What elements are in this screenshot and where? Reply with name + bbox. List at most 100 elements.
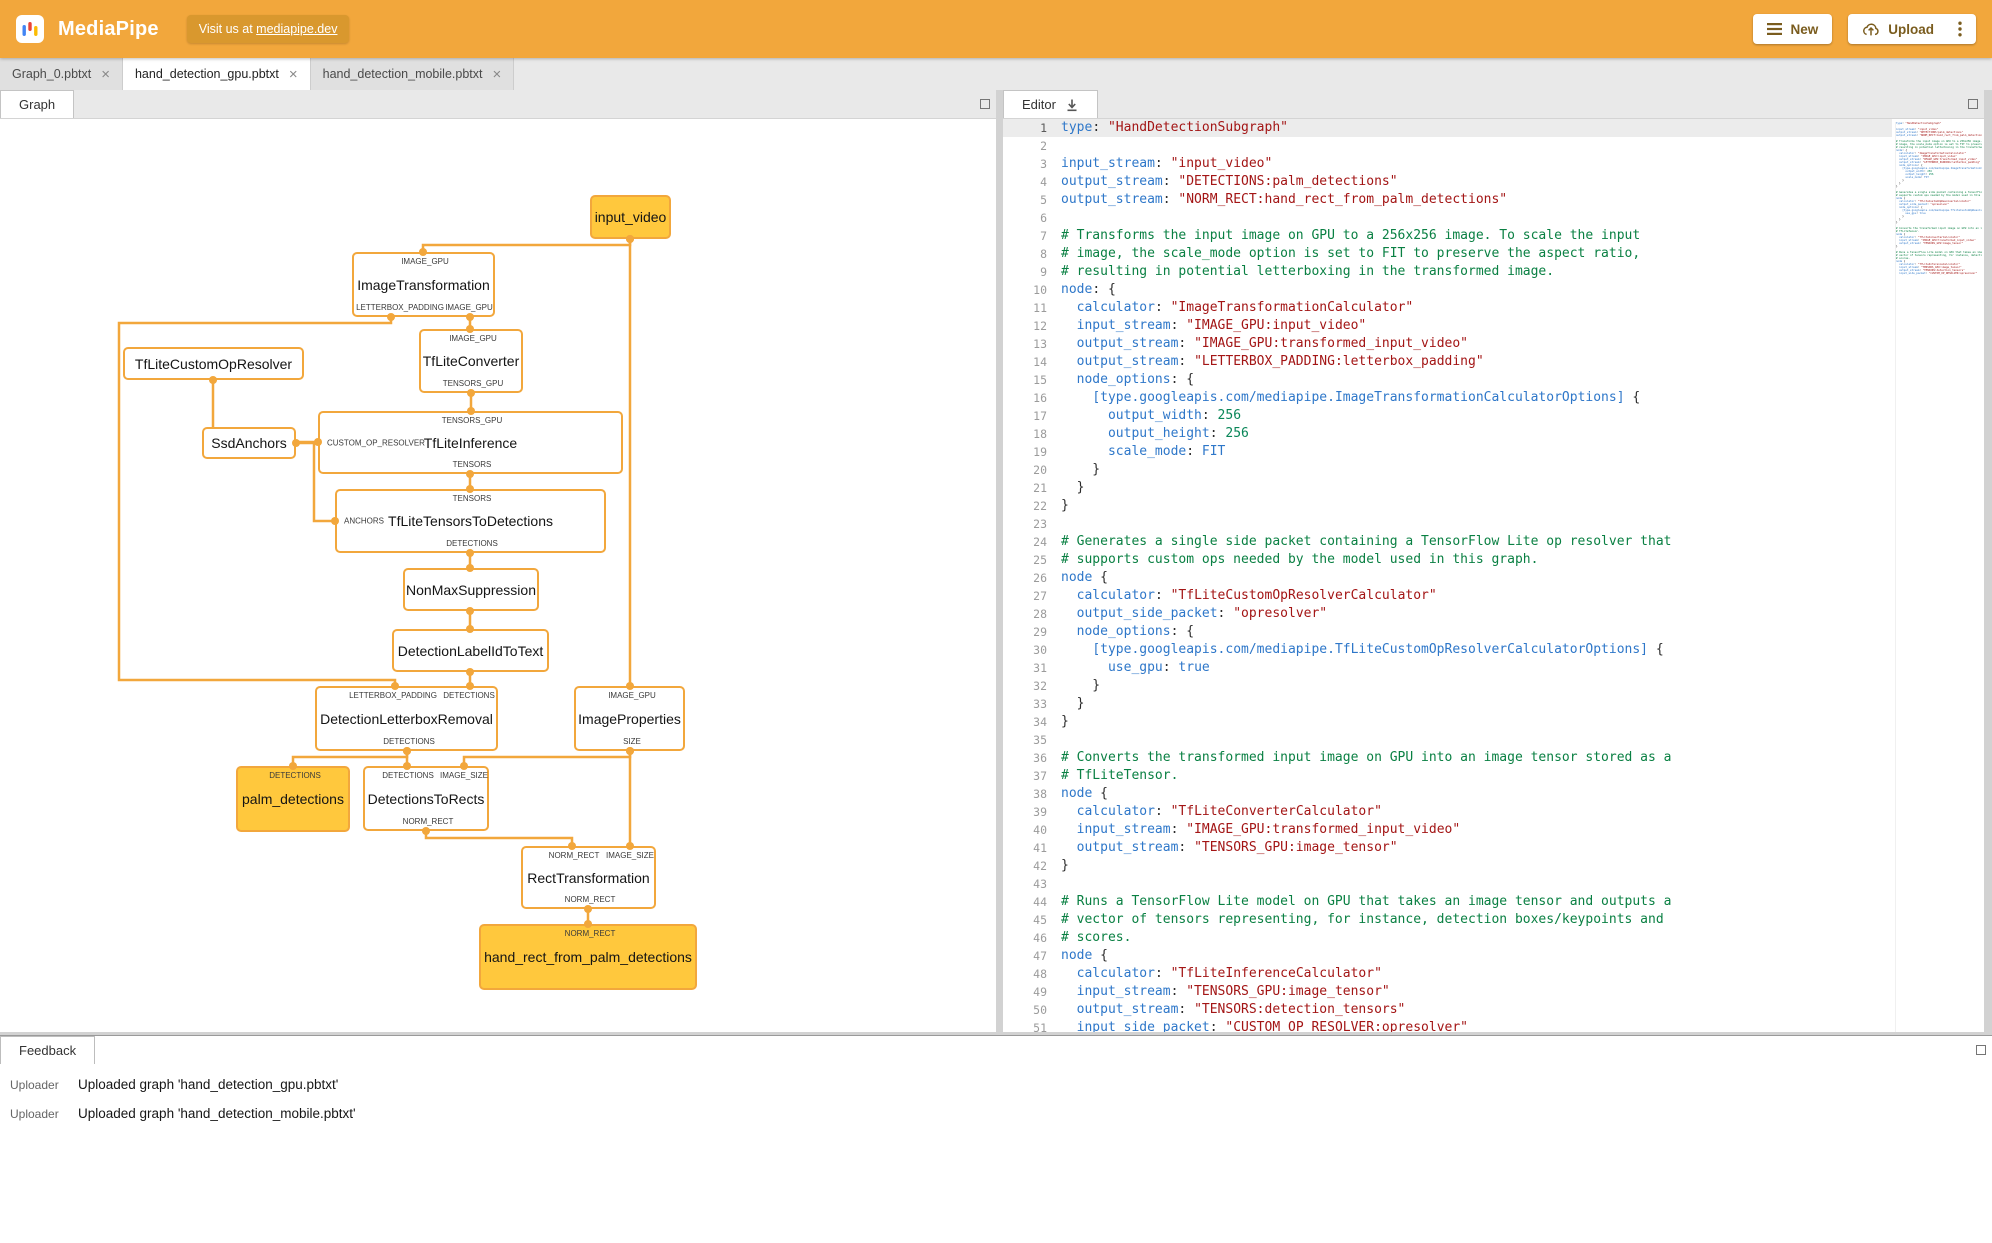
code-text: input_stream: "TENSORS_GPU:image_tensor": [1076, 984, 1390, 999]
file-tab[interactable]: hand_detection_gpu.pbtxt ×: [122, 58, 311, 90]
more-options-icon[interactable]: [1950, 21, 1962, 37]
code-line: 29 node_options: {: [1003, 623, 1892, 641]
code-text: # Transforms the input image on GPU to a…: [1061, 228, 1641, 243]
app-header: MediaPipe Visit us at mediapipe.dev New …: [0, 0, 1992, 58]
graph-node-hand_rect_from_palm_detections[interactable]: hand_rect_from_palm_detections NORM_RECT: [479, 924, 697, 990]
tab-graph[interactable]: Graph: [0, 90, 75, 118]
code-text: # TfLiteTensor.: [1061, 768, 1179, 783]
new-button[interactable]: New: [1753, 14, 1833, 44]
code-text: output_width: 256: [1107, 408, 1242, 423]
port-label: TENSORS: [452, 494, 492, 503]
tab-editor[interactable]: Editor: [1003, 90, 1098, 118]
code-text: output_stream: "LETTERBOX_PADDING:letter…: [1076, 354, 1484, 369]
graph-node-SsdAnchors[interactable]: SsdAnchors: [202, 427, 296, 459]
line-number: 27: [1033, 589, 1047, 603]
code-text: input_stream: "input_video": [1061, 156, 1273, 171]
code-text: use_gpu: true: [1107, 660, 1210, 675]
code-line: 16 [type.googleapis.com/mediapipe.ImageT…: [1003, 389, 1892, 407]
tab-feedback[interactable]: Feedback: [0, 1036, 96, 1064]
mediapipe-dev-link[interactable]: mediapipe.dev: [256, 22, 337, 36]
code-text: calculator: "TfLiteConverterCalculator": [1076, 804, 1382, 819]
upload-cloud-icon: [1863, 23, 1879, 36]
code-line: 39 calculator: "TfLiteConverterCalculato…: [1003, 803, 1892, 821]
feedback-rows: Uploader Uploaded graph 'hand_detection_g…: [0, 1070, 1992, 1128]
line-number: 24: [1033, 535, 1047, 549]
port-label: SIZE: [623, 737, 641, 746]
code-text: }: [1061, 462, 1101, 477]
node-title: palm_detections: [242, 791, 344, 807]
code-text: # Generates a single side packet contain…: [1061, 534, 1672, 549]
line-number: 37: [1033, 769, 1047, 783]
menu-icon: [1767, 23, 1783, 35]
close-tab-icon[interactable]: ×: [492, 67, 501, 82]
close-tab-icon[interactable]: ×: [101, 67, 110, 82]
graph-node-TfLiteCustomOpResolver[interactable]: TfLiteCustomOpResolver: [123, 347, 304, 380]
code-line: 47 node {: [1003, 947, 1892, 965]
code-line: 19 scale_mode: FIT: [1003, 443, 1892, 461]
graph-node-DetectionLabelIdToText[interactable]: DetectionLabelIdToText: [392, 629, 549, 672]
mediapipe-logo-icon: [16, 15, 44, 43]
upload-button[interactable]: Upload: [1848, 14, 1976, 44]
download-icon[interactable]: [1065, 98, 1079, 112]
graph-node-DetectionsToRects[interactable]: DetectionsToRects DETECTIONS IMAGE_SIZE NOR…: [363, 766, 489, 831]
file-tab[interactable]: Graph_0.pbtxt ×: [0, 58, 123, 90]
code-text: }: [1061, 480, 1085, 495]
code-text: [type.googleapis.com/mediapipe.ImageTran…: [1092, 390, 1641, 405]
graph-node-input_video[interactable]: input_video: [590, 195, 671, 239]
port-label: IMAGE_GPU: [449, 334, 497, 343]
graph-canvas[interactable]: input_video ImageTransformation IMAGE_GPU L…: [0, 118, 996, 1032]
feedback-row: Uploader Uploaded graph 'hand_detection_m…: [0, 1099, 1992, 1128]
code-text: input_side_packet: "CUSTOM_OP_RESOLVER:o…: [1076, 1020, 1469, 1032]
code-line: 9 # resulting in potential letterboxing i…: [1003, 263, 1892, 281]
close-tab-icon[interactable]: ×: [289, 67, 298, 82]
graph-node-TfLiteConverter[interactable]: TfLiteConverter IMAGE_GPU TENSORS_GPU: [419, 329, 523, 393]
graph-node-DetectionLetterboxRemoval[interactable]: DetectionLetterboxRemoval LETTERBOX_PADDI…: [315, 686, 498, 751]
upload-button-label: Upload: [1888, 21, 1934, 37]
code-line: 38 node {: [1003, 785, 1892, 803]
graph-node-palm_detections[interactable]: palm_detections DETECTIONS: [236, 766, 350, 832]
graph-edge: [462, 751, 632, 766]
feedback-source: Uploader: [10, 1106, 59, 1121]
line-number: 43: [1033, 877, 1047, 891]
code-text: node: {: [1061, 282, 1116, 297]
graph-edge: [421, 239, 632, 252]
graph-node-ImageProperties[interactable]: ImageProperties IMAGE_GPU SIZE: [574, 686, 685, 751]
file-tab[interactable]: hand_detection_mobile.pbtxt ×: [310, 58, 515, 90]
line-number: 48: [1033, 967, 1047, 981]
port-label: IMAGE_SIZE: [439, 771, 489, 780]
line-number: 34: [1033, 715, 1047, 729]
line-number: 1: [1040, 121, 1047, 135]
feedback-message: Uploaded graph 'hand_detection_mobile.pb…: [78, 1106, 356, 1121]
popout-feedback-icon[interactable]: [1976, 1045, 1986, 1055]
node-title: TfLiteCustomOpResolver: [134, 355, 293, 372]
line-number: 9: [1040, 265, 1047, 279]
port-label: LETTERBOX_PADDING: [349, 691, 437, 700]
graph-tab-label: Graph: [19, 97, 56, 112]
popout-graph-icon[interactable]: [980, 99, 990, 109]
line-number: 19: [1033, 445, 1047, 459]
graph-node-NonMaxSuppression[interactable]: NonMaxSuppression: [403, 568, 539, 611]
code-editor[interactable]: 1 type: "HandDetectionSubgraph" 2 3 input_s…: [1003, 118, 1984, 1032]
graph-node-TfLiteTensorsToDetections[interactable]: TfLiteTensorsToDetections TENSORS DETECTIO…: [335, 489, 606, 553]
feedback-message: Uploaded graph 'hand_detection_gpu.pbtxt…: [78, 1077, 339, 1092]
code-line: 51 input_side_packet: "CUSTOM_OP_RESOLVE…: [1003, 1019, 1892, 1032]
file-tab-label: hand_detection_mobile.pbtxt: [322, 67, 483, 81]
port-label: TENSORS: [452, 460, 492, 469]
feedback-source: Uploader: [10, 1077, 59, 1092]
graph-node-TfLiteInference[interactable]: TfLiteInference TENSORS_GPU TENSORS CUSTOM_…: [318, 411, 623, 474]
minimap[interactable]: type: "HandDetectionSubgraph" input_stre…: [1895, 122, 1982, 1032]
line-number: 28: [1033, 607, 1047, 621]
line-number: 49: [1033, 985, 1047, 999]
line-number: 40: [1033, 823, 1047, 837]
code-line: 27 calculator: "TfLiteCustomOpResolverCa…: [1003, 587, 1892, 605]
code-line: 41 output_stream: "TENSORS_GPU:image_ten…: [1003, 839, 1892, 857]
code-text: output_stream: "TENSORS_GPU:image_tensor…: [1076, 840, 1398, 855]
line-number: 18: [1033, 427, 1047, 441]
popout-editor-icon[interactable]: [1968, 99, 1978, 109]
graph-node-RectTransformation[interactable]: RectTransformation NORM_RECT IMAGE_SIZE NOR…: [521, 846, 656, 909]
port-label: ANCHORS: [344, 516, 385, 526]
graph-node-ImageTransformation[interactable]: ImageTransformation IMAGE_GPU LETTERBOX_PA…: [352, 252, 495, 317]
